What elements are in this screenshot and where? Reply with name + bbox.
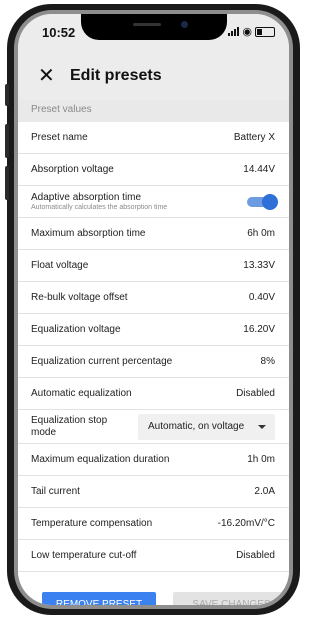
row-rebulk-voltage-offset[interactable]: Re-bulk voltage offset 0.40V [18,282,289,314]
row-temperature-compensation[interactable]: Temperature compensation -16.20mV/°C [18,508,289,540]
row-label-group: Adaptive absorption time Automatically c… [31,192,167,211]
row-label: Float voltage [31,260,89,271]
row-value: Disabled [236,388,275,399]
row-value: Battery X [233,132,275,143]
signal-icon [228,27,240,36]
row-value: 2.0A [254,486,275,497]
preset-form: Preset values Preset name Battery X Abso… [18,100,289,605]
row-maximum-absorption-time[interactable]: Maximum absorption time 6h 0m [18,218,289,250]
row-value: 1h 0m [247,454,275,465]
section-header: Preset values [18,100,289,122]
row-label: Automatic equalization [31,388,132,399]
row-value: 13.33V [243,260,275,271]
row-value: Disabled [236,550,275,561]
row-value: 0.40V [248,292,275,303]
row-value: 8% [260,356,275,367]
row-preset-name[interactable]: Preset name Battery X [18,122,289,154]
phone-bezel: 10:52 ◉ ✕ Edit presets Preset values Pre… [14,10,293,609]
status-time: 10:52 [42,25,76,40]
chevron-down-icon [258,424,266,429]
row-value: 14.44V [243,164,275,175]
row-adaptive-absorption-time: Adaptive absorption time Automatically c… [18,186,289,218]
close-icon[interactable]: ✕ [38,64,55,88]
row-automatic-equalization[interactable]: Automatic equalization Disabled [18,378,289,410]
row-value: 6h 0m [247,228,275,239]
row-label: Equalization current percentage [31,356,173,367]
camera-icon [181,21,188,28]
page-title: Edit presets [70,67,162,84]
row-value: -16.20mV/°C [217,518,275,529]
row-label: Tail current [31,486,80,497]
remove-preset-button[interactable]: REMOVE PRESET [42,592,156,605]
row-equalization-current-percentage[interactable]: Equalization current percentage 8% [18,346,289,378]
row-label: Maximum absorption time [31,228,146,239]
row-label: Preset name [31,132,88,143]
row-equalization-stop-mode: Equalization stop mode Automatic, on vol… [18,410,289,444]
row-tail-current[interactable]: Tail current 2.0A [18,476,289,508]
row-label: Equalization voltage [31,324,121,335]
phone-volume-up-button [5,124,9,158]
row-label: Absorption voltage [31,164,114,175]
row-low-temperature-cutoff[interactable]: Low temperature cut-off Disabled [18,540,289,572]
adaptive-absorption-toggle[interactable] [247,193,278,210]
save-changes-button[interactable]: SAVE CHANGES [173,592,289,605]
row-float-voltage[interactable]: Float voltage 13.33V [18,250,289,282]
row-value: 16.20V [243,324,275,335]
equalization-stop-mode-select[interactable]: Automatic, on voltage [138,413,275,440]
phone-side-button [5,84,9,106]
row-maximum-equalization-duration[interactable]: Maximum equalization duration 1h 0m [18,444,289,476]
row-label: Re-bulk voltage offset [31,292,128,303]
toggle-knob [262,193,278,210]
speaker-grille [133,23,161,26]
action-buttons: REMOVE PRESET SAVE CHANGES [18,592,289,605]
row-label: Maximum equalization duration [31,454,170,465]
row-label: Equalization stop mode [31,414,108,438]
phone-frame: 10:52 ◉ ✕ Edit presets Preset values Pre… [5,4,300,615]
row-label: Low temperature cut-off [31,550,137,561]
wifi-icon: ◉ [242,26,252,38]
row-equalization-voltage[interactable]: Equalization voltage 16.20V [18,314,289,346]
notch [81,14,227,40]
row-absorption-voltage[interactable]: Absorption voltage 14.44V [18,154,289,186]
screen: 10:52 ◉ ✕ Edit presets Preset values Pre… [18,14,289,605]
row-sublabel: Automatically calculates the absorption … [31,204,168,211]
app-bar: ✕ Edit presets [18,54,289,100]
battery-icon [255,26,275,37]
row-label: Adaptive absorption time [31,192,142,203]
phone-volume-down-button [5,166,9,200]
select-value: Automatic, on voltage [148,421,245,432]
row-label: Temperature compensation [31,518,153,529]
status-icons: ◉ [228,25,275,38]
